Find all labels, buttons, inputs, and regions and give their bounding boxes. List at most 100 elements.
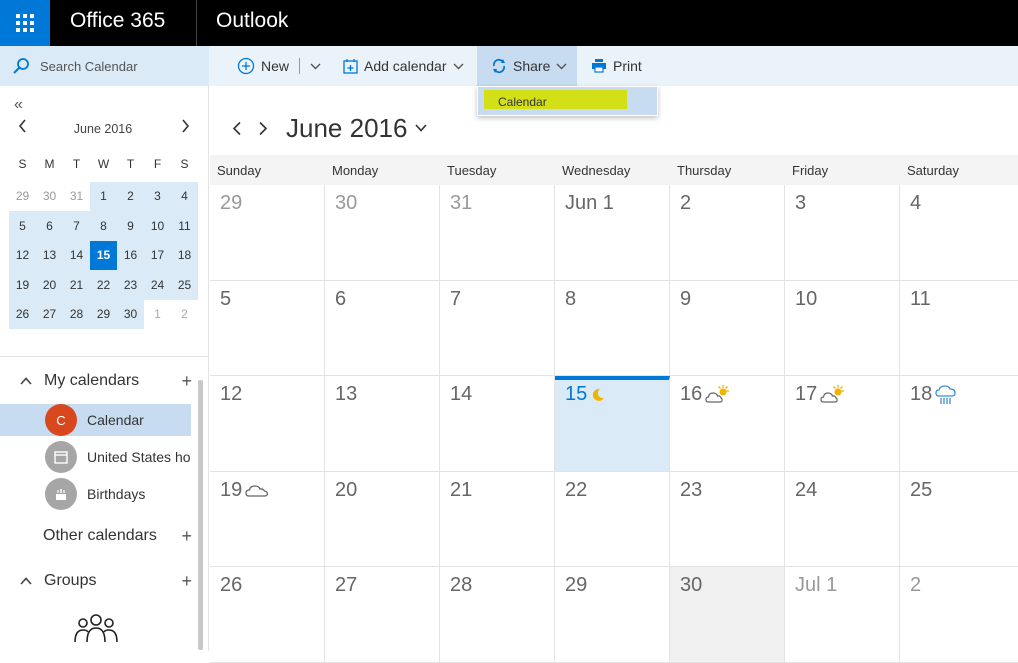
- print-button[interactable]: Print: [591, 46, 642, 86]
- day-cell[interactable]: 2: [900, 567, 1015, 662]
- day-cell[interactable]: 12: [210, 376, 325, 471]
- other-calendars-header[interactable]: Other calendars +: [43, 526, 200, 547]
- mini-day[interactable]: 8: [90, 211, 117, 241]
- mini-day[interactable]: 1: [90, 181, 117, 211]
- chevron-down-icon[interactable]: [310, 63, 321, 70]
- day-cell[interactable]: 31: [440, 185, 555, 280]
- day-cell[interactable]: 11: [900, 281, 1015, 376]
- mini-day[interactable]: 10: [144, 211, 171, 241]
- add-other-calendar-plus-icon[interactable]: +: [181, 526, 192, 547]
- day-cell[interactable]: 6: [325, 280, 440, 375]
- chevron-right-icon[interactable]: [181, 119, 190, 133]
- mini-day[interactable]: 29: [9, 182, 36, 212]
- mini-day[interactable]: 30: [36, 182, 63, 212]
- mini-day[interactable]: 26: [9, 299, 36, 329]
- share-menu-item-calendar[interactable]: Calendar: [478, 87, 657, 115]
- day-cell[interactable]: Jul 1: [785, 567, 900, 662]
- day-cell[interactable]: 30: [325, 185, 440, 280]
- cloud-icon: [245, 485, 269, 497]
- day-cell[interactable]: 10: [785, 280, 900, 375]
- add-calendar-button[interactable]: Add calendar: [343, 46, 464, 86]
- day-cell[interactable]: 23: [670, 471, 785, 566]
- day-cell[interactable]: 18: [900, 376, 1015, 471]
- mini-day[interactable]: 18: [171, 240, 198, 270]
- mini-day[interactable]: 12: [9, 240, 36, 270]
- day-cell-today[interactable]: 15: [555, 376, 670, 471]
- day-cell[interactable]: 29: [555, 567, 670, 662]
- new-button[interactable]: New: [237, 46, 321, 86]
- mini-day[interactable]: 1: [144, 299, 171, 329]
- mini-day[interactable]: 2: [171, 299, 198, 329]
- day-cell[interactable]: 9: [670, 280, 785, 375]
- day-cell[interactable]: 14: [440, 376, 555, 471]
- day-number-wrap: Jul 1: [795, 574, 837, 597]
- collapse-pane-icon[interactable]: «: [14, 96, 23, 114]
- day-cell[interactable]: 24: [785, 471, 900, 566]
- day-cell[interactable]: 4: [900, 185, 1015, 280]
- app-launcher-button[interactable]: [0, 0, 50, 46]
- day-cell[interactable]: 30: [670, 567, 785, 662]
- previous-month-button[interactable]: [232, 121, 242, 136]
- mini-day[interactable]: 11: [171, 211, 198, 241]
- mini-day[interactable]: 24: [144, 270, 171, 300]
- mini-day[interactable]: 16: [117, 240, 144, 270]
- day-cell[interactable]: 16: [670, 376, 785, 471]
- day-cell[interactable]: 22: [555, 471, 670, 566]
- day-cell[interactable]: 17: [785, 376, 900, 471]
- mini-day[interactable]: 7: [63, 211, 90, 241]
- day-cell[interactable]: 19: [210, 471, 325, 566]
- mini-day[interactable]: 4: [171, 181, 198, 211]
- share-button[interactable]: Share: [477, 46, 577, 86]
- day-cell[interactable]: 29: [210, 185, 325, 280]
- mini-day[interactable]: 27: [36, 299, 63, 329]
- day-cell[interactable]: 20: [325, 471, 440, 566]
- day-cell[interactable]: 21: [440, 471, 555, 566]
- search-box[interactable]: Search Calendar: [0, 46, 209, 86]
- calendar-item-us-holidays[interactable]: United States holi: [0, 441, 191, 473]
- day-cell[interactable]: 26: [210, 567, 325, 662]
- next-month-button[interactable]: [258, 121, 268, 136]
- mini-calendar-title[interactable]: June 2016: [10, 122, 196, 136]
- mini-day[interactable]: 3: [144, 181, 171, 211]
- mini-day[interactable]: 2: [117, 181, 144, 211]
- suite-name[interactable]: Outlook: [216, 9, 288, 33]
- mini-day[interactable]: 31: [63, 182, 90, 212]
- day-cell[interactable]: 25: [900, 472, 1015, 567]
- day-cell[interactable]: 28: [440, 567, 555, 662]
- app-name[interactable]: Office 365: [70, 9, 165, 33]
- day-cell[interactable]: Jun 1: [555, 185, 670, 280]
- day-cell[interactable]: 27: [325, 567, 440, 662]
- search-input[interactable]: Search Calendar: [40, 59, 138, 74]
- day-cell[interactable]: 5: [210, 280, 325, 375]
- add-calendar-plus-icon[interactable]: +: [181, 371, 192, 392]
- groups-header[interactable]: Groups +: [20, 571, 200, 592]
- mini-day[interactable]: 5: [9, 211, 36, 241]
- my-calendars-header[interactable]: My calendars +: [20, 371, 200, 392]
- mini-day[interactable]: 6: [36, 211, 63, 241]
- chevron-down-icon[interactable]: [415, 124, 428, 132]
- mini-day[interactable]: 14: [63, 240, 90, 270]
- mini-day[interactable]: 30: [117, 299, 144, 329]
- mini-day[interactable]: 20: [36, 270, 63, 300]
- mini-day[interactable]: 17: [144, 240, 171, 270]
- mini-day[interactable]: 28: [63, 299, 90, 329]
- mini-day[interactable]: 9: [117, 211, 144, 241]
- day-cell[interactable]: 7: [440, 280, 555, 375]
- mini-day[interactable]: 13: [36, 240, 63, 270]
- calendar-item-calendar[interactable]: C Calendar: [0, 404, 191, 436]
- calendar-item-birthdays[interactable]: Birthdays: [0, 478, 191, 510]
- mini-day[interactable]: 21: [63, 270, 90, 300]
- mini-day[interactable]: 19: [9, 270, 36, 300]
- day-cell[interactable]: 3: [785, 185, 900, 280]
- add-group-plus-icon[interactable]: +: [181, 571, 192, 592]
- mini-day[interactable]: 25: [171, 270, 198, 300]
- mini-day-today[interactable]: 15: [90, 240, 117, 270]
- calendar-title[interactable]: June 2016: [286, 113, 407, 144]
- day-cell[interactable]: 13: [325, 376, 440, 471]
- mini-day[interactable]: 23: [117, 270, 144, 300]
- day-cell[interactable]: 2: [670, 185, 785, 280]
- mini-day[interactable]: 29: [90, 299, 117, 329]
- sidebar-scrollbar[interactable]: [198, 380, 203, 650]
- day-cell[interactable]: 8: [555, 280, 670, 375]
- mini-day[interactable]: 22: [90, 270, 117, 300]
